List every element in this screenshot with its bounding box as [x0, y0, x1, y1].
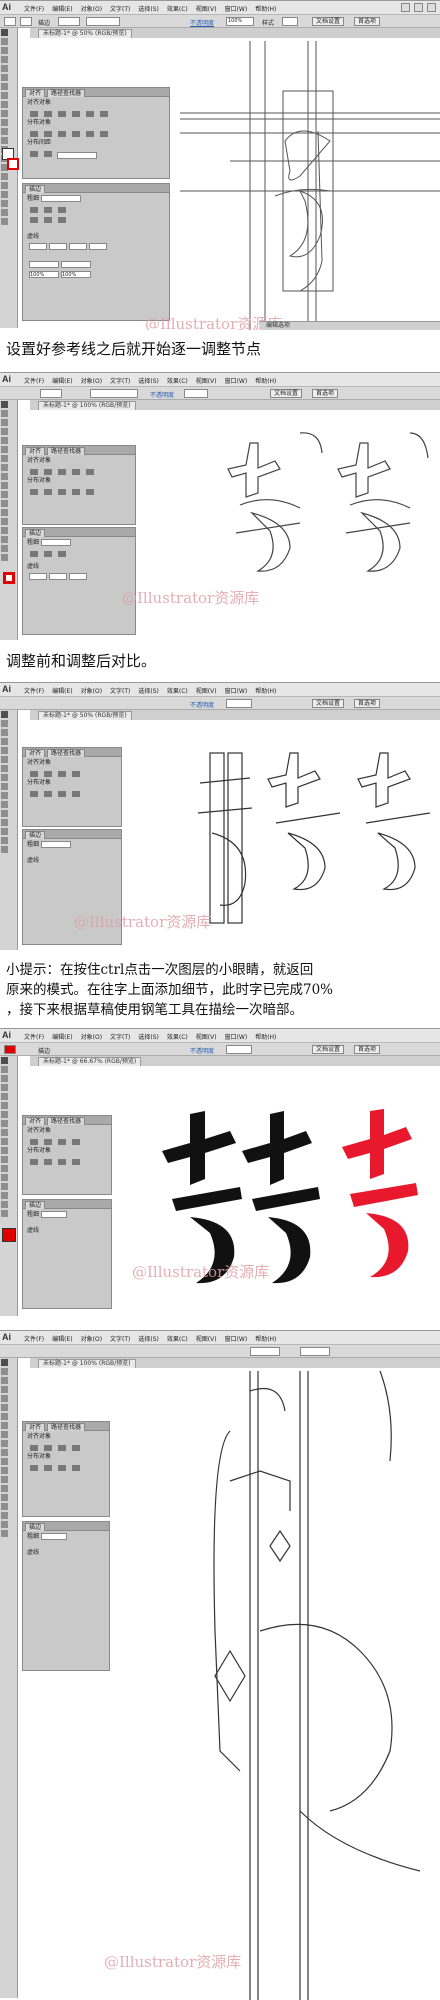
screenshot-2: Ai 文件(F) 编辑(E) 对象(O) 文字(T) 选择(S) 效果(C) 视图(V) 窗口…: [0, 372, 440, 642]
arrow-start-select[interactable]: [29, 261, 59, 268]
weight-input[interactable]: [41, 195, 82, 202]
align-objects-label: 对齐对象: [27, 99, 52, 106]
screenshot-1: Ai 文件(F) 编辑(E) 对象(O) 文字(T) 选择(S) 效果(C) 视…: [0, 0, 440, 330]
gap-1[interactable]: [49, 243, 67, 250]
menu-view[interactable]: 视图(V): [196, 4, 217, 13]
minimize-icon[interactable]: [401, 3, 410, 12]
screenshot-5: Ai 文件(F) 编辑(E) 对象(O) 文字(T) 选择(S) 效果(C) 视图(V) 窗口…: [0, 1330, 440, 2000]
stroke-swatch[interactable]: [7, 158, 19, 170]
close-icon[interactable]: [427, 3, 436, 12]
document-tab[interactable]: 未标题-1* @ 50% (RGB/预览): [38, 29, 132, 38]
arrow-end-select[interactable]: [61, 261, 91, 268]
caption-3a: 小提示：在按住ctrl点击一次图层的小眼睛，就返回: [6, 962, 314, 978]
weight-label: 粗细: [27, 195, 40, 202]
watermark-5: @Illustrator资源库: [104, 1953, 242, 1971]
screenshot-4: Ai 文件(F) 编辑(E) 对象(O) 文字(T) 选择(S) 效果(C) 视图(V) 窗口…: [0, 1028, 440, 1318]
fill-select[interactable]: [4, 17, 16, 26]
distribute-spacing-label: 分布间距: [27, 139, 52, 146]
document-setup-button[interactable]: 文档设置: [312, 17, 345, 26]
menu-edit[interactable]: 编辑(E): [52, 4, 72, 13]
artwork-three-stages: [197, 752, 431, 924]
maximize-icon[interactable]: [414, 3, 423, 12]
stroke-select[interactable]: [20, 17, 32, 26]
caption-1: 设置好参考线之后就开始逐一调整节点: [6, 340, 262, 358]
preferences-button[interactable]: 首选项: [354, 17, 381, 26]
dash-2[interactable]: [69, 243, 87, 250]
scale-start-value: 100%: [30, 272, 45, 278]
align-panel: 对齐 路径查找器 对齐对象 分布对象 分布间距: [22, 87, 170, 179]
menu-help[interactable]: 帮助(H): [255, 4, 276, 13]
menu-list: 文件(F) 编辑(E) 对象(O) 文字(T) 选择(S) 效果(C) 视图(V…: [24, 4, 276, 13]
brush-select[interactable]: [86, 17, 120, 26]
artwork-closeup-outline: [213, 1370, 421, 2000]
tab-stroke[interactable]: 描边: [25, 185, 46, 193]
opacity-value: 100%: [228, 18, 243, 24]
style-label: 样式: [262, 20, 275, 27]
app-logo: Ai: [2, 2, 11, 12]
menu-effect[interactable]: 效果(C): [167, 4, 188, 13]
distribute-objects-label: 分布对象: [27, 119, 52, 126]
caption-3c: ，接下来根据草稿使用钢笔工具在描绘一次暗部。: [6, 1002, 303, 1018]
dash-1[interactable]: [29, 243, 47, 250]
control-bar: 描边 不透明度 100% 样式 文档设置 首选项: [0, 15, 440, 28]
hint-bar-1: 编辑选项: [260, 321, 440, 330]
spacing-input[interactable]: [57, 152, 97, 159]
style-select[interactable]: [282, 17, 298, 26]
dashed-label: 虚线: [27, 233, 40, 240]
stroke-label: 描边: [38, 20, 51, 27]
opacity-input[interactable]: 100%: [226, 17, 254, 26]
menu-object[interactable]: 对象(O): [81, 4, 102, 13]
scale-end-input[interactable]: 100%: [61, 271, 91, 278]
scale-end-value: 100%: [62, 272, 77, 278]
caption-2: 调整前和调整后对比。: [6, 652, 157, 670]
watermark-3: @Illustrator资源库: [74, 913, 212, 931]
watermark-4: @Illustrator资源库: [132, 1263, 270, 1281]
tools-panel: [0, 28, 19, 328]
scale-start-input[interactable]: 100%: [29, 271, 59, 278]
stroke-weight-select[interactable]: [58, 17, 80, 26]
menu-window[interactable]: 窗口(W): [225, 4, 248, 13]
menu-file[interactable]: 文件(F): [24, 4, 44, 13]
menu-type[interactable]: 文字(T): [110, 4, 130, 13]
menu-select[interactable]: 选择(S): [138, 4, 159, 13]
caption-3b: 原来的模式。在往字上面添加细节，此时字已完成70%: [6, 982, 334, 998]
tab-pathfinder[interactable]: 路径查找器: [46, 89, 85, 97]
stroke-panel: 描边 粗细 虚线 100% 100%: [22, 183, 170, 321]
tab-align[interactable]: 对齐: [25, 89, 46, 97]
opacity-label: 不透明度: [190, 20, 215, 27]
window-controls: [401, 3, 436, 12]
watermark-2: @Illustrator资源库: [122, 589, 260, 607]
document-tabbar: 未标题-1* @ 50% (RGB/预览): [30, 28, 440, 38]
screenshot-3: Ai 文件(F) 编辑(E) 对象(O) 文字(T) 选择(S) 效果(C) 视图(V) 窗口…: [0, 682, 440, 952]
menu-bar: Ai 文件(F) 编辑(E) 对象(O) 文字(T) 选择(S) 效果(C) 视…: [0, 1, 440, 15]
gap-2[interactable]: [89, 243, 107, 250]
